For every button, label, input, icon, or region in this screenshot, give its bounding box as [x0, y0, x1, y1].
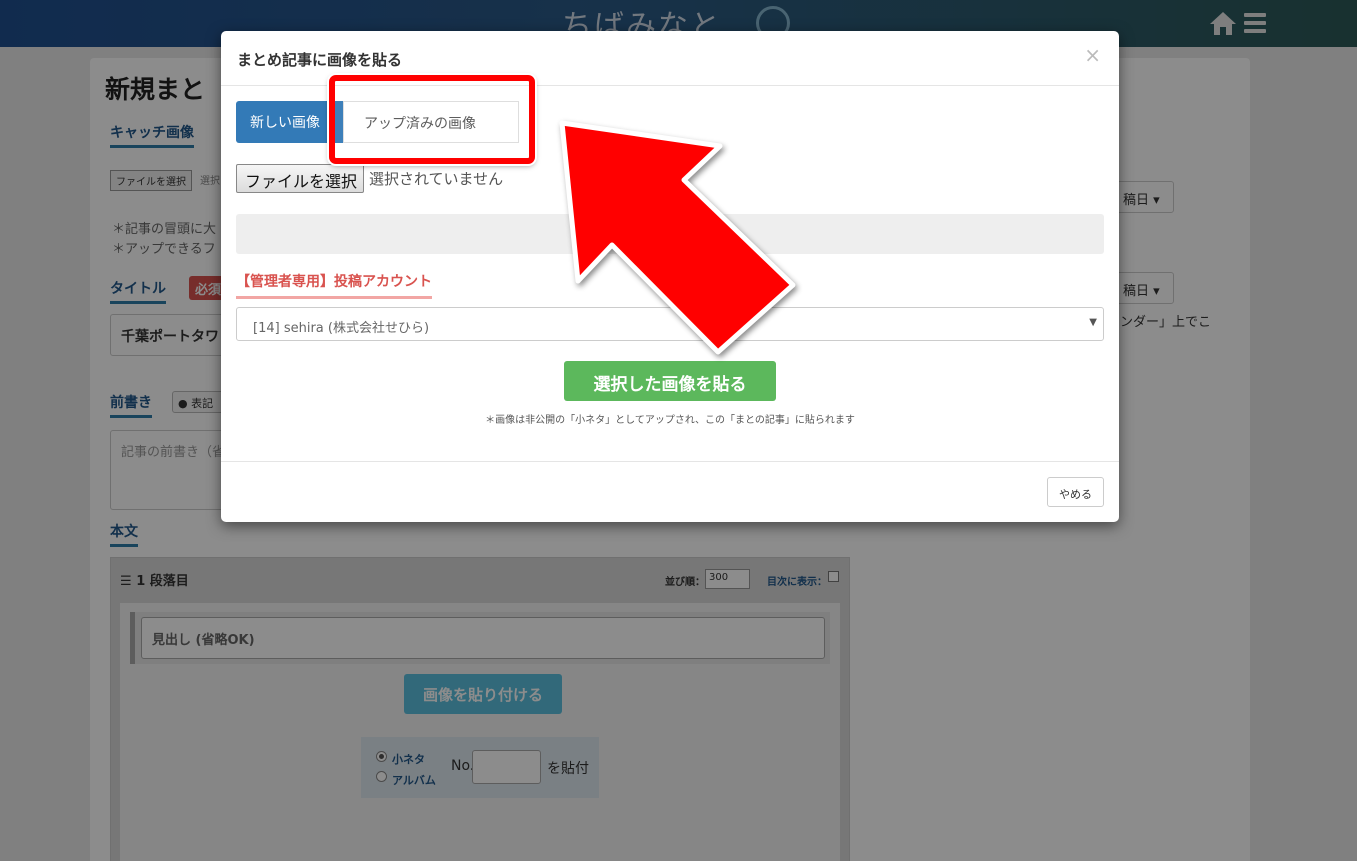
close-icon[interactable]: ×: [1084, 43, 1101, 67]
file-select-button[interactable]: ファイルを選択: [236, 164, 364, 193]
file-status: 選択されていません: [369, 170, 504, 188]
upload-progress: [236, 214, 1104, 254]
cancel-button[interactable]: やめる: [1047, 477, 1104, 507]
modal-title: まとめ記事に画像を貼る: [237, 51, 403, 69]
account-select-value: [14] sehira (株式会社せひら): [253, 321, 430, 336]
chevron-down-icon: ▼: [1089, 317, 1097, 328]
modal-note: ＊画像は非公開の「小ネタ」としてアップされ、この「まとの記事」に貼られます: [485, 415, 855, 426]
account-label: 【管理者専用】投稿アカウント: [236, 271, 432, 299]
paste-selected-image-button[interactable]: 選択した画像を貼る: [564, 361, 776, 401]
account-select[interactable]: [14] sehira (株式会社せひら) ▼: [236, 307, 1104, 341]
modal-footer-divider: [221, 461, 1119, 462]
highlight-box: [329, 75, 535, 164]
